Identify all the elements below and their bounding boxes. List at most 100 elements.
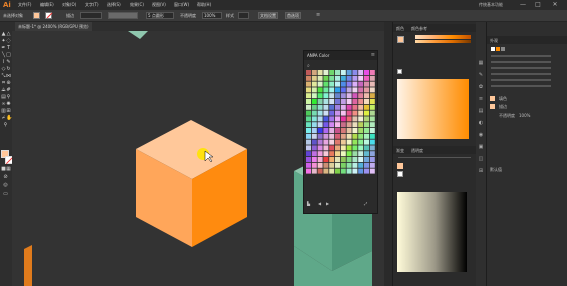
color-swatch[interactable] (369, 75, 375, 81)
color-swatch[interactable] (340, 81, 346, 87)
color-swatch[interactable] (369, 162, 375, 168)
color-swatch[interactable] (364, 116, 369, 122)
opacity-field[interactable]: 100% (202, 12, 222, 19)
color-swatch[interactable] (346, 151, 352, 157)
color-swatch[interactable] (358, 145, 364, 151)
color-swatch[interactable] (340, 75, 346, 81)
color-swatch[interactable] (323, 116, 329, 122)
color-swatch[interactable] (352, 157, 358, 162)
color-swatch[interactable] (358, 162, 364, 168)
fill-swatch[interactable] (490, 104, 495, 109)
color-swatch[interactable] (306, 99, 311, 104)
color-swatch[interactable] (329, 87, 335, 93)
color-swatch[interactable] (352, 116, 358, 122)
color-swatch[interactable] (311, 157, 317, 162)
color-swatch[interactable] (311, 104, 317, 110)
color-swatch[interactable] (358, 116, 364, 122)
color-swatch[interactable] (346, 87, 352, 93)
color-swatch[interactable] (369, 93, 375, 99)
color-swatch[interactable] (358, 99, 364, 104)
color-swatch[interactable] (323, 93, 329, 99)
color-swatch[interactable] (323, 99, 329, 104)
color-swatch[interactable] (323, 145, 329, 151)
tab-appearance[interactable]: 外观 (490, 38, 498, 44)
gradient-slider-track[interactable] (398, 157, 471, 158)
color-swatch[interactable] (329, 75, 335, 81)
color-swatch[interactable] (306, 75, 311, 81)
color-swatch[interactable] (364, 162, 369, 168)
color-swatch[interactable] (369, 104, 375, 110)
color-swatch[interactable] (323, 104, 329, 110)
color-swatch[interactable] (340, 133, 346, 139)
color-swatch[interactable] (340, 99, 346, 104)
gradient-mode-icon[interactable]: ▦ (6, 167, 11, 172)
color-swatch[interactable] (335, 110, 340, 116)
panel-header[interactable]: ANPA Color ≡ (304, 51, 377, 60)
color-swatch[interactable] (317, 157, 323, 162)
color-swatch[interactable] (311, 133, 317, 139)
brushes-icon[interactable]: ✎ (478, 72, 484, 78)
color-swatch[interactable] (364, 168, 369, 174)
color-swatch[interactable] (306, 145, 311, 151)
color-swatch[interactable] (329, 151, 335, 157)
color-swatch[interactable] (358, 75, 364, 81)
color-swatch[interactable] (335, 116, 340, 122)
color-swatch[interactable] (323, 168, 329, 174)
brush-definition[interactable]: 5 点圆形 (146, 12, 174, 19)
pencil-tool-icon[interactable]: ✎ (6, 60, 11, 65)
color-swatch[interactable] (358, 110, 364, 116)
resize-icon[interactable]: ⤢ (364, 201, 367, 206)
color-swatch[interactable] (352, 122, 358, 128)
color-swatch[interactable] (340, 145, 346, 151)
layers-icon[interactable]: ◫ (478, 156, 484, 162)
symbols-icon[interactable]: ✿ (478, 84, 484, 90)
swatches-icon[interactable]: ▦ (478, 60, 484, 66)
color-swatch[interactable] (346, 116, 352, 122)
graphic-styles-icon[interactable]: ▣ (478, 144, 484, 150)
color-swatch[interactable] (340, 104, 346, 110)
color-swatch[interactable] (306, 157, 311, 162)
color-swatch[interactable] (364, 133, 369, 139)
menu-edit[interactable]: 编辑(E) (40, 0, 54, 10)
color-swatch[interactable] (364, 110, 369, 116)
screen-mode-icon[interactable]: ▭ (3, 192, 8, 197)
color-swatch[interactable] (340, 139, 346, 145)
color-swatch[interactable] (329, 99, 335, 104)
color-swatch[interactable] (364, 87, 369, 93)
color-swatch[interactable] (358, 93, 364, 99)
color-swatch[interactable] (317, 145, 323, 151)
appearance-fill-label[interactable]: 填色 (499, 96, 507, 102)
color-swatch[interactable] (311, 70, 317, 75)
color-swatch[interactable] (352, 104, 358, 110)
color-swatch[interactable] (358, 139, 364, 145)
color-swatch[interactable] (323, 75, 329, 81)
color-swatch[interactable] (369, 87, 375, 93)
color-swatch[interactable] (323, 122, 329, 128)
color-swatch[interactable] (317, 87, 323, 93)
color-swatch[interactable] (369, 128, 375, 133)
color-guide-strip[interactable] (415, 35, 471, 39)
color-swatch[interactable] (358, 70, 364, 75)
color-swatch[interactable] (364, 139, 369, 145)
tab-color[interactable]: 颜色 (396, 26, 404, 32)
style-picker[interactable] (238, 12, 249, 19)
color-swatch[interactable] (352, 87, 358, 93)
color-swatch[interactable] (346, 122, 352, 128)
color-guide-variation[interactable] (415, 40, 471, 43)
menu-object[interactable]: 对象(O) (62, 0, 76, 10)
gradient-ramp[interactable] (397, 192, 467, 272)
color-swatch[interactable] (369, 81, 375, 87)
color-swatch[interactable] (364, 75, 369, 81)
color-swatch[interactable] (311, 116, 317, 122)
color-swatch[interactable] (329, 145, 335, 151)
color-swatch[interactable] (306, 128, 311, 133)
color-swatch[interactable] (311, 145, 317, 151)
color-swatch[interactable] (369, 116, 375, 122)
document-tab[interactable]: 未标题-1* @ 2400% (RGB/GPU 预览) (15, 22, 92, 31)
color-swatch[interactable] (317, 151, 323, 157)
color-swatch[interactable] (317, 81, 323, 87)
color-swatch[interactable] (306, 162, 311, 168)
color-swatch[interactable] (369, 133, 375, 139)
color-swatch[interactable] (346, 157, 352, 162)
color-swatch[interactable] (364, 157, 369, 162)
